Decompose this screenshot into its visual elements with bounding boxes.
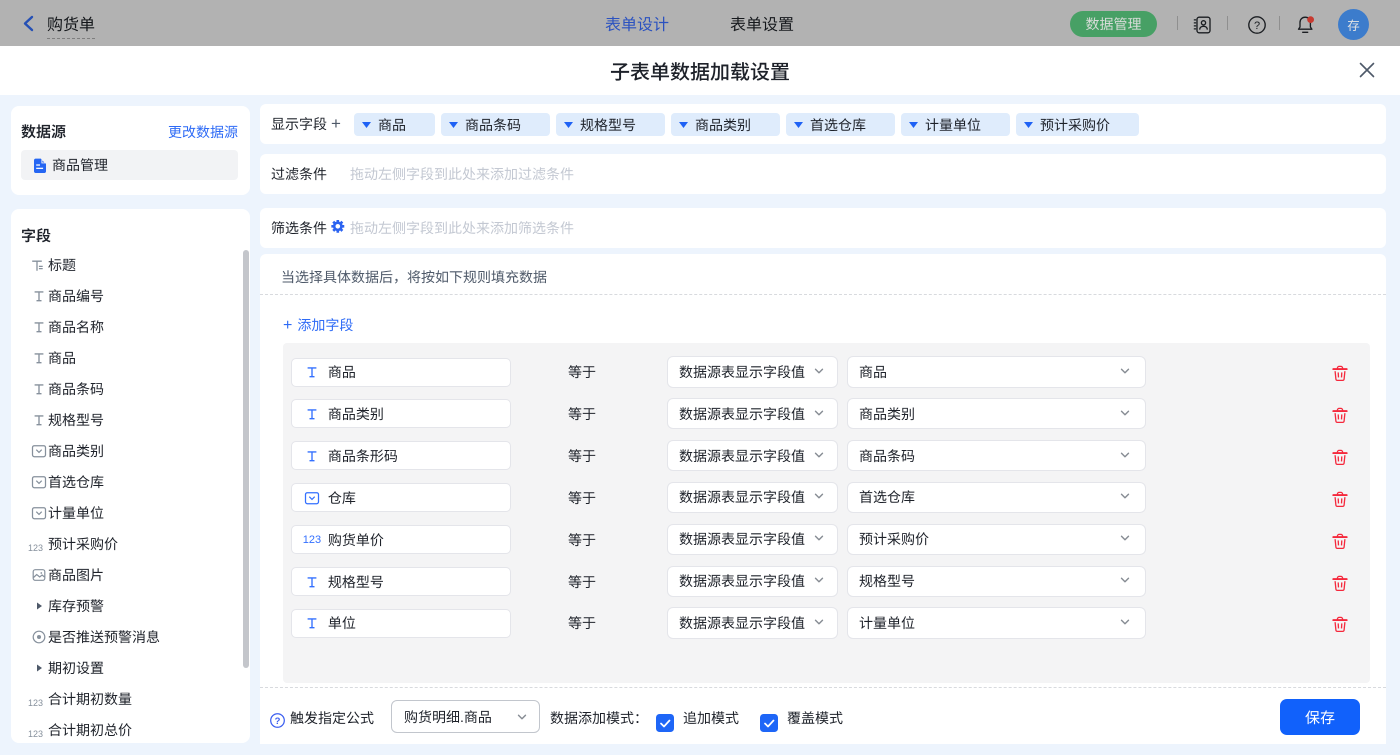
svg-text:?: ? [1253, 20, 1259, 32]
svg-text:?: ? [275, 716, 281, 727]
